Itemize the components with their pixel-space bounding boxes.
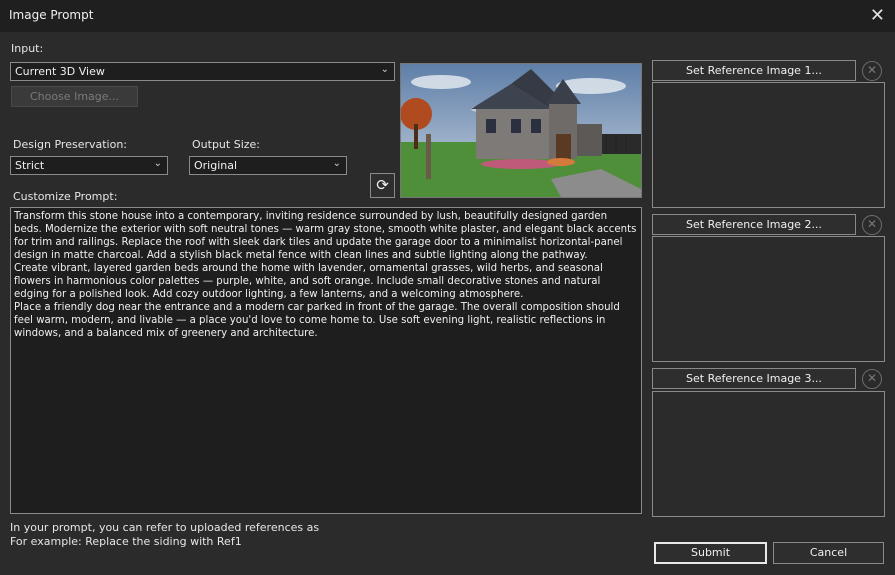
- chevron-down-icon: ⌄: [332, 158, 341, 169]
- design-preservation-value: Strict: [15, 159, 45, 172]
- output-size-select[interactable]: Original ⌄: [189, 156, 347, 175]
- clear-reference-1-icon[interactable]: ✕: [862, 61, 882, 81]
- refresh-icon: ⟳: [376, 176, 389, 194]
- input-label: Input:: [11, 42, 44, 55]
- clear-reference-3-icon[interactable]: ✕: [862, 369, 882, 389]
- set-reference-image-3-button[interactable]: Set Reference Image 3...: [652, 368, 856, 389]
- submit-button[interactable]: Submit: [654, 542, 767, 564]
- output-size-value: Original: [194, 159, 238, 172]
- chevron-down-icon: ⌄: [153, 158, 162, 169]
- set-reference-image-2-button[interactable]: Set Reference Image 2...: [652, 214, 856, 235]
- cancel-button[interactable]: Cancel: [773, 542, 884, 564]
- hint-line-2: For example: Replace the siding with Ref…: [10, 535, 242, 548]
- close-icon[interactable]: ✕: [870, 5, 885, 26]
- design-preservation-select[interactable]: Strict ⌄: [10, 156, 168, 175]
- view-preview-image: [400, 63, 642, 198]
- input-select[interactable]: Current 3D View ⌄: [10, 62, 395, 81]
- output-size-label: Output Size:: [192, 138, 260, 151]
- customize-prompt-label: Customize Prompt:: [13, 190, 118, 203]
- hint-line-1: In your prompt, you can refer to uploade…: [10, 521, 320, 534]
- clear-reference-2-icon[interactable]: ✕: [862, 215, 882, 235]
- design-preservation-label: Design Preservation:: [13, 138, 128, 151]
- reference-image-3-slot[interactable]: [652, 391, 885, 517]
- chevron-down-icon: ⌄: [380, 64, 389, 75]
- window-title: Image Prompt: [9, 8, 94, 22]
- reference-image-2-slot[interactable]: [652, 236, 885, 362]
- house-render-icon: [401, 64, 641, 197]
- set-reference-image-1-button[interactable]: Set Reference Image 1...: [652, 60, 856, 81]
- input-select-value: Current 3D View: [15, 65, 105, 78]
- choose-image-button[interactable]: Choose Image...: [11, 86, 138, 107]
- refresh-button[interactable]: ⟳: [370, 173, 395, 198]
- prompt-textarea[interactable]: Transform this stone house into a contem…: [10, 207, 642, 514]
- title-bar: Image Prompt ✕: [0, 0, 895, 32]
- reference-image-1-slot[interactable]: [652, 82, 885, 208]
